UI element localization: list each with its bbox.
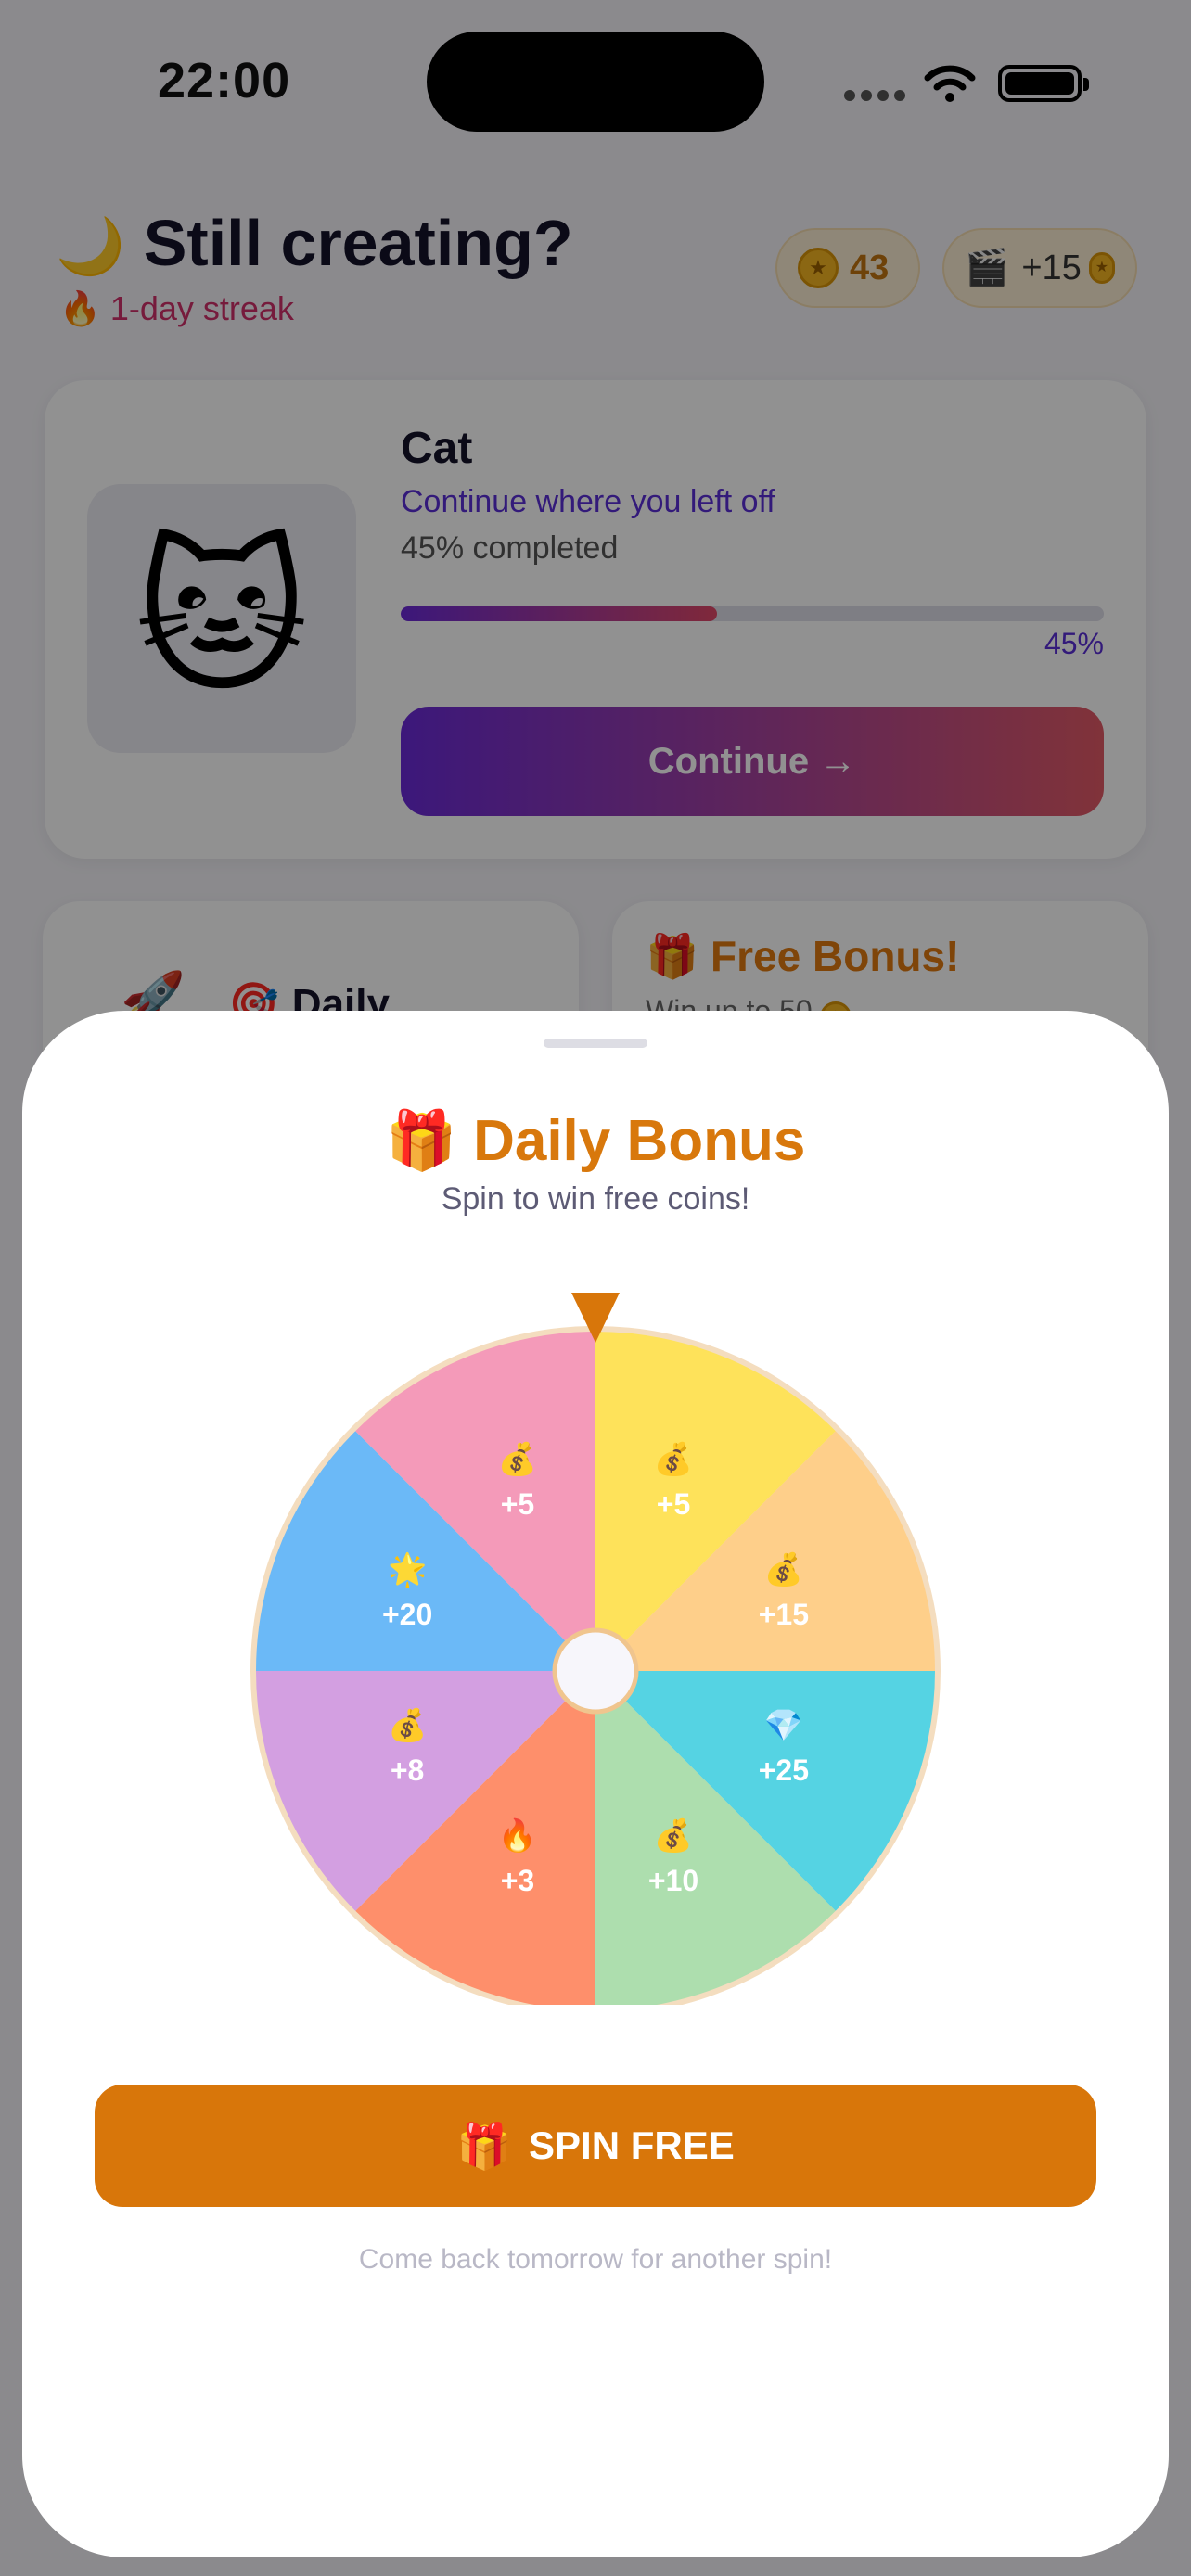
prize-wheel[interactable]: 💰 +5 💰 +15 💎 +25 💰 +10 🔥 +3 💰 +8 🌟 +20 💰 +5 (245, 1263, 946, 2016)
prize-wheel-graphic[interactable]: 💰 +5 💰 +15 💎 +25 💰 +10 🔥 +3 💰 +8 🌟 +20 💰 +5 (245, 1263, 946, 2016)
segment-label: +20 (382, 1598, 432, 1631)
spin-free-label: SPIN FREE (529, 2123, 735, 2167)
segment-icon: 💰 (764, 1551, 803, 1588)
wheel-hub (552, 1627, 639, 1715)
come-back-note: Come back tomorrow for another spin! (358, 2244, 833, 2275)
segment-icon: 🔥 (498, 1817, 537, 1854)
segment-label: +5 (657, 1487, 690, 1521)
daily-bonus-sheet: 🎁 Daily Bonus Spin to win free coins! 💰 +… (22, 1011, 1169, 2557)
gift-icon: 🎁 (456, 2122, 513, 2172)
segment-icon: 💰 (388, 1707, 427, 1744)
segment-icon: 💰 (498, 1441, 537, 1478)
segment-label: +3 (501, 1864, 534, 1897)
segment-icon: 💎 (764, 1708, 803, 1743)
segment-label: +10 (648, 1864, 698, 1897)
segment-label: +15 (759, 1598, 809, 1631)
segment-icon: 💰 (654, 1817, 693, 1855)
segment-icon: 🌟 (388, 1551, 427, 1588)
segment-label: +25 (759, 1753, 809, 1787)
sheet-title: 🎁 Daily Bonus (385, 1109, 806, 1173)
segment-label: +5 (501, 1487, 534, 1521)
sheet-grabber[interactable] (544, 1039, 647, 1048)
segment-icon: 💰 (654, 1441, 693, 1478)
segment-label: +8 (391, 1753, 424, 1787)
spin-free-button[interactable]: 🎁 SPIN FREE (95, 2085, 1096, 2207)
sheet-subtitle: Spin to win free coins! (441, 1181, 750, 1217)
